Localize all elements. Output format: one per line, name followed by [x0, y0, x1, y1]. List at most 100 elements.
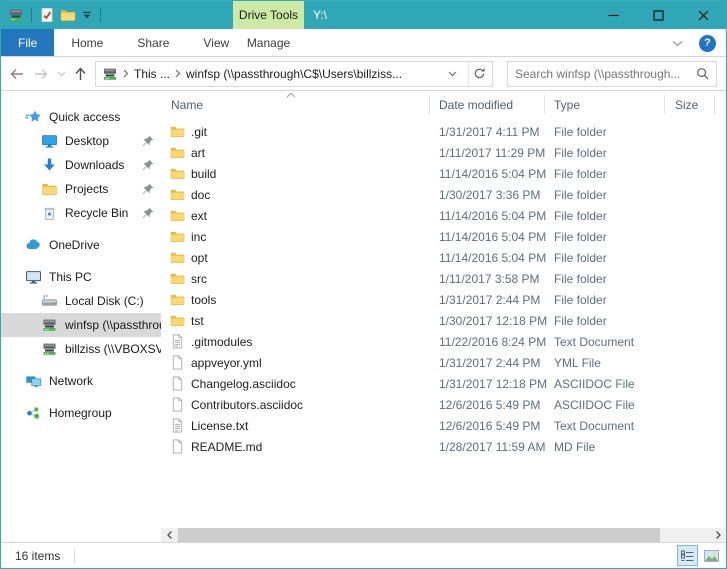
ribbon-tab[interactable]: Home	[54, 29, 120, 56]
file-date-modified: 12/6/2016 5:49 PM	[439, 419, 540, 433]
details-view-button[interactable]	[677, 545, 698, 566]
breadcrumb-chevron-icon[interactable]	[123, 69, 129, 78]
search-box[interactable]	[507, 61, 717, 87]
column-header-date-modified[interactable]: Date modified	[439, 98, 513, 112]
breadcrumb-folder[interactable]: winfsp (\\passthrough\C$\Users\billziss.…	[186, 67, 436, 81]
scrollbar-thumb[interactable]	[178, 528, 660, 542]
file-row[interactable]: .git 1/31/2017 4:11 PM File folder	[161, 121, 726, 142]
horizontal-scrollbar[interactable]	[161, 528, 726, 542]
pin-icon	[142, 135, 154, 147]
file-row[interactable]: src 1/11/2017 3:58 PM File folder	[161, 268, 726, 289]
file-name: appveyor.yml	[191, 356, 262, 370]
file-row[interactable]: Contributors.asciidoc 12/6/2016 5:49 PM …	[161, 394, 726, 415]
navigation-pane: Quick access Desktop Downloads Projects	[1, 91, 161, 542]
pin-icon	[142, 207, 154, 219]
sidebar-item[interactable]: Recycle Bin	[1, 201, 161, 225]
sidebar-item[interactable]: OneDrive	[1, 233, 161, 257]
ribbon-tab[interactable]: Manage	[233, 29, 304, 56]
scroll-left-arrow[interactable]	[161, 528, 177, 542]
folder-icon	[170, 250, 185, 265]
file-row[interactable]: opt 11/14/2016 5:04 PM File folder	[161, 247, 726, 268]
column-header-name[interactable]: Name	[171, 98, 203, 112]
ribbon-tab[interactable]: Share	[120, 29, 186, 56]
sidebar-item[interactable]: Desktop	[1, 129, 161, 153]
sidebar-item-label: Recycle Bin	[65, 206, 128, 220]
up-button-icon[interactable]	[74, 67, 87, 81]
column-divider[interactable]	[429, 95, 430, 114]
column-divider[interactable]	[664, 95, 665, 114]
file-date-modified: 1/31/2017 2:44 PM	[439, 356, 540, 370]
recycle-icon	[41, 205, 58, 221]
help-icon[interactable]: ?	[699, 35, 716, 52]
sidebar-item[interactable]: winfsp (\\passthrou	[1, 313, 161, 337]
ribbon-tab-label: View	[203, 36, 229, 50]
file-row[interactable]: Changelog.asciidoc 1/31/2017 12:18 PM AS…	[161, 373, 726, 394]
sidebar-item-label: Local Disk (C:)	[65, 294, 144, 308]
file-date-modified: 11/22/2016 8:24 PM	[439, 335, 546, 349]
file-name: ext	[191, 209, 207, 223]
file-name: art	[191, 146, 205, 160]
file-name: src	[191, 272, 207, 286]
minimize-button[interactable]	[591, 1, 636, 29]
file-row[interactable]: appveyor.yml 1/31/2017 2:44 PM YML File	[161, 352, 726, 373]
collapse-ribbon-chevron-icon[interactable]	[672, 40, 683, 47]
sidebar-item-label: Projects	[65, 182, 108, 196]
sidebar-item[interactable]: Homegroup	[1, 401, 161, 425]
address-dropdown-button[interactable]	[441, 62, 463, 86]
scroll-right-arrow[interactable]	[710, 528, 726, 542]
netdrive-icon	[41, 317, 58, 333]
close-button[interactable]	[681, 1, 726, 29]
file-row[interactable]: doc 1/30/2017 3:36 PM File folder	[161, 184, 726, 205]
search-input[interactable]	[515, 67, 690, 81]
sidebar-item-label: Downloads	[65, 158, 124, 172]
sidebar-item[interactable]: Projects	[1, 177, 161, 201]
file-row[interactable]: tools 1/31/2017 2:44 PM File folder	[161, 289, 726, 310]
sidebar-item[interactable]: billziss (\\VBOXSVR)	[1, 337, 161, 361]
file-row[interactable]: art 1/11/2017 11:29 PM File folder	[161, 142, 726, 163]
file-row[interactable]: tst 1/30/2017 12:18 PM File folder	[161, 310, 726, 331]
file-row[interactable]: License.txt 12/6/2016 5:49 PM Text Docum…	[161, 415, 726, 436]
sidebar-item-label: winfsp (\\passthrou	[65, 318, 161, 332]
sidebar-item-label: OneDrive	[49, 238, 100, 252]
recent-locations-chevron-icon[interactable]	[57, 71, 66, 77]
breadcrumb-chevron-icon[interactable]	[175, 69, 181, 78]
address-box[interactable]: This ... winfsp (\\passthrough\C$\Users\…	[95, 61, 493, 87]
sidebar-item[interactable]: Downloads	[1, 153, 161, 177]
file-row[interactable]: README.md 1/28/2017 11:59 AM MD File	[161, 436, 726, 457]
breadcrumb-root[interactable]: This ...	[134, 67, 170, 81]
file-type: File folder	[554, 293, 607, 307]
file-name: License.txt	[191, 419, 248, 433]
sidebar-item[interactable]: Network	[1, 369, 161, 393]
folder-icon	[170, 208, 185, 223]
maximize-button[interactable]	[636, 1, 681, 29]
file-type: YML File	[554, 356, 601, 370]
thumbnail-view-icon	[704, 550, 719, 562]
sidebar-item[interactable]: Quick access	[1, 105, 161, 129]
file-date-modified: 1/31/2017 2:44 PM	[439, 293, 540, 307]
file-row[interactable]: ext 11/14/2016 5:04 PM File folder	[161, 205, 726, 226]
column-header-type[interactable]: Type	[554, 98, 580, 112]
properties-icon[interactable]	[39, 7, 55, 23]
sidebar-item[interactable]: This PC	[1, 265, 161, 289]
file-date-modified: 1/30/2017 3:36 PM	[439, 188, 540, 202]
search-icon[interactable]	[696, 67, 709, 80]
file-row[interactable]: build 11/14/2016 5:04 PM File folder	[161, 163, 726, 184]
file-row[interactable]: inc 11/14/2016 5:04 PM File folder	[161, 226, 726, 247]
ribbon-tab[interactable]: File	[1, 29, 54, 56]
thumbnail-view-button[interactable]	[701, 545, 722, 566]
forward-button-icon[interactable]	[33, 68, 49, 80]
ribbon-tab-label: Share	[137, 36, 169, 50]
column-divider[interactable]	[544, 95, 545, 114]
column-divider[interactable]	[714, 95, 715, 114]
file-row[interactable]: .gitmodules 11/22/2016 8:24 PM Text Docu…	[161, 331, 726, 352]
item-count: 16 items	[15, 549, 60, 563]
sidebar-item[interactable]: Local Disk (C:)	[1, 289, 161, 313]
column-header-size[interactable]: Size	[675, 98, 698, 112]
back-button-icon[interactable]	[9, 68, 25, 80]
folder-icon	[170, 187, 185, 202]
netdrive-icon	[102, 66, 118, 82]
details-view-icon	[681, 550, 694, 562]
customize-qat-dropdown-icon[interactable]	[81, 9, 93, 21]
refresh-button[interactable]	[468, 62, 490, 86]
new-folder-icon[interactable]	[60, 7, 76, 23]
